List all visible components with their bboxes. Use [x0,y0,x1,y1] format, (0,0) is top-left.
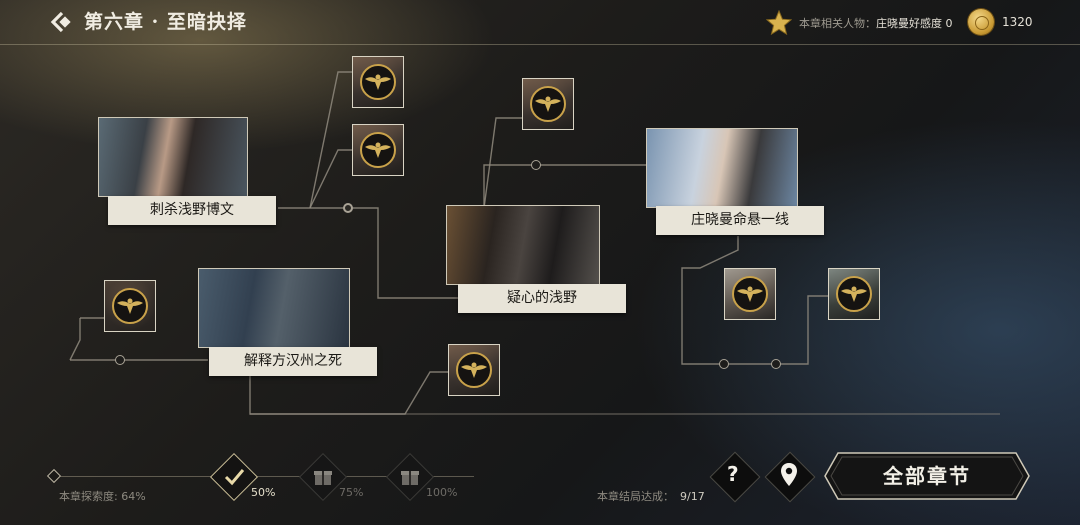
exploration-label: 本章探索度: [59,490,118,503]
locked-scene-thumbnail[interactable] [352,56,404,108]
top-bar: 第六章 · 至暗抉择 本章相关人物：庄晓曼好感度 0 1320 [0,0,1080,45]
ending-value: 9/17 [680,490,705,503]
locked-scene-thumbnail[interactable] [352,124,404,176]
question-icon: ? [727,462,739,486]
scene-image [198,268,350,348]
eagle-emblem-icon [360,64,396,100]
eagle-emblem-icon [732,276,768,312]
gift-icon [401,471,419,485]
locked-scene-thumbnail[interactable] [724,268,776,320]
exploration-progress: 本章探索度: 64% [59,488,146,504]
story-node-label: 庄晓曼命悬一线 [656,206,824,235]
scene-image [646,128,798,208]
locked-scene-thumbnail[interactable] [104,280,156,332]
gift-icon [314,471,332,485]
exploration-value: 64% [121,490,146,503]
related-label: 本章相关人物： [799,17,876,30]
branch-node [771,359,781,369]
chapter-title: 第六章 · 至暗抉择 [84,11,247,33]
locked-scene-thumbnail[interactable] [522,78,574,130]
ending-label: 本章结局达成： [597,490,674,503]
branch-node [115,355,125,365]
story-node-label: 疑心的浅野 [458,284,626,313]
locked-scene-thumbnail[interactable] [828,268,880,320]
eagle-emblem-icon [360,132,396,168]
milestone-label: 50% [251,486,276,499]
location-pin-icon [781,463,797,486]
checkmark-icon [224,469,245,486]
all-chapters-label: 全部章节 [883,464,971,488]
eagle-emblem-icon [836,276,872,312]
milestone-label: 75% [339,486,364,499]
story-node-zhuang-xiaoman[interactable]: 庄晓曼命悬一线 [646,128,826,238]
affection-value: 庄晓曼好感度 0 [876,17,953,30]
story-node-explain-death[interactable]: 解释方汉州之死 [198,268,378,378]
story-map-screen: 第六章 · 至暗抉择 本章相关人物：庄晓曼好感度 0 1320 刺杀浅野博文 疑… [0,0,1080,525]
branch-node [343,203,353,213]
eagle-emblem-icon [456,352,492,388]
story-node-label: 刺杀浅野博文 [108,196,276,225]
story-node-assassinate[interactable]: 刺杀浅野博文 [98,117,278,227]
branch-node [719,359,729,369]
gold-coin-icon [968,9,994,35]
eagle-emblem-icon [530,86,566,122]
coin-count: 1320 [1002,15,1033,29]
back-chevron-icon[interactable] [50,11,72,33]
locked-scene-thumbnail[interactable] [448,344,500,396]
ending-progress: 本章结局达成： 9/17 [597,488,705,504]
branch-node [531,160,541,170]
milestone-label: 100% [426,486,458,499]
story-node-label: 解释方汉州之死 [209,347,377,376]
scene-image [446,205,600,285]
star-icon [766,10,792,36]
all-chapters-button[interactable]: 全部章节 [824,452,1030,500]
scene-image [98,117,248,197]
related-character-info: 本章相关人物：庄晓曼好感度 0 [799,15,953,31]
story-node-suspicious-asano[interactable]: 疑心的浅野 [446,205,628,315]
eagle-emblem-icon [112,288,148,324]
